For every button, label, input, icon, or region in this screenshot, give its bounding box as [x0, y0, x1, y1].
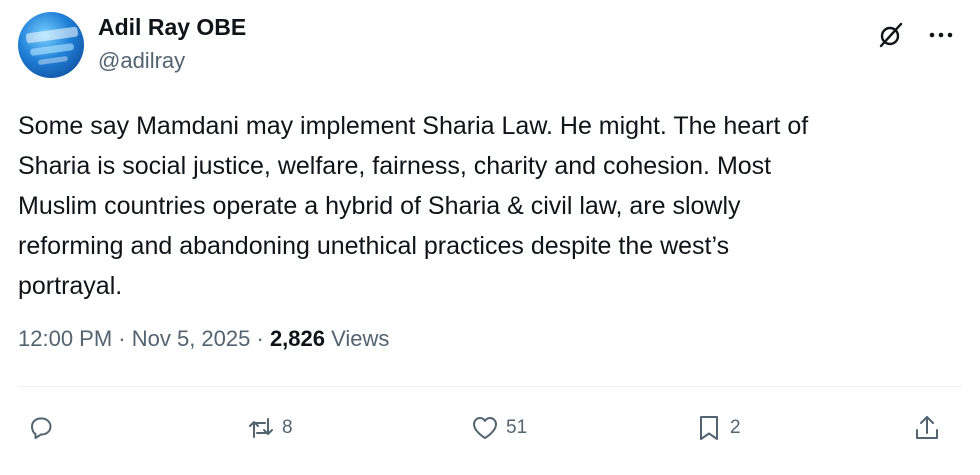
retweet-icon [249, 418, 273, 438]
tweet-time[interactable]: 12:00 PM [18, 326, 112, 351]
views-label: Views [331, 326, 390, 351]
like-count: 51 [506, 417, 528, 438]
meta-separator: · [250, 326, 270, 351]
bookmark-icon [700, 416, 718, 440]
retweet-button[interactable]: 8 [246, 410, 293, 446]
divider [18, 386, 962, 387]
tweet-meta: 12:00 PM · Nov 5, 2025 · 2,826 Views [18, 326, 389, 352]
meta-separator: · [112, 326, 132, 351]
heart-icon [473, 417, 497, 439]
tweet-text: Some say Mamdani may implement Sharia La… [18, 112, 809, 300]
views-count: 2,826 [269, 326, 325, 351]
bookmark-count: 2 [730, 417, 741, 438]
author-name[interactable]: Adil Ray OBE [98, 14, 246, 41]
share-button[interactable] [912, 410, 942, 446]
reply-icon [31, 417, 52, 439]
tweet-card: Adil Ray OBE @adilray Some say Mamdani m… [0, 0, 980, 475]
bookmark-button[interactable]: 2 [694, 410, 741, 446]
grok-icon[interactable] [876, 20, 906, 50]
author-handle[interactable]: @adilray [98, 48, 185, 74]
avatar[interactable] [18, 12, 84, 78]
like-button[interactable]: 51 [470, 410, 527, 446]
share-icon [916, 416, 938, 439]
tweet-date[interactable]: Nov 5, 2025 [132, 326, 251, 351]
retweet-count: 8 [282, 417, 293, 438]
reply-button[interactable] [26, 410, 56, 446]
more-dots-icon[interactable] [924, 20, 958, 50]
